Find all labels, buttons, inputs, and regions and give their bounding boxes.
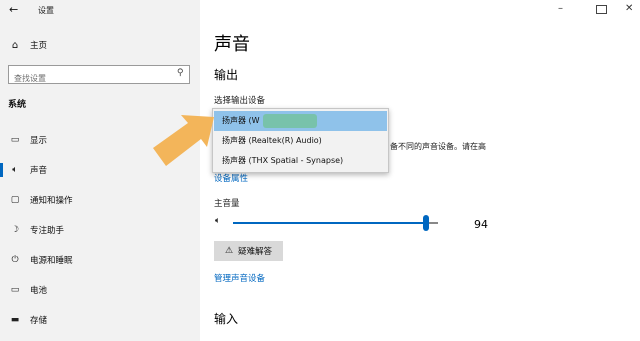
output-device-dropdown[interactable]: 扬声器 (W 扬声器 (Realtek(R) Audio) 扬声器 (THX S… xyxy=(212,108,389,173)
partial-description-text: 备不同的声音设备。请在高 xyxy=(390,142,486,151)
sidebar-item-label: 电池 xyxy=(30,286,48,296)
arrow-left-icon[interactable]: ← xyxy=(9,3,18,16)
sidebar-item-storage[interactable]: ▬ 存储 xyxy=(0,311,200,329)
sidebar-item-label: 声音 xyxy=(30,166,48,176)
sidebar-item-label: 主页 xyxy=(30,41,48,51)
search-box[interactable]: ⚲ xyxy=(8,65,190,87)
main-content: – ✕ 声音 输出 选择输出设备 备不同的声音设备。请在高 设备属性 主音量 🔈… xyxy=(200,0,640,341)
output-option[interactable]: 扬声器 (Realtek(R) Audio) xyxy=(214,131,387,151)
notification-icon: ▢ xyxy=(10,195,20,205)
sidebar-item-notifications[interactable]: ▢ 通知和操作 xyxy=(0,191,200,209)
input-heading: 输入 xyxy=(214,312,239,326)
manage-sound-devices-link[interactable]: 管理声音设备 xyxy=(214,272,265,284)
master-volume-label: 主音量 xyxy=(214,199,240,209)
storage-icon: ▬ xyxy=(10,315,20,325)
search-input[interactable] xyxy=(9,70,169,87)
moon-icon: ☽ xyxy=(10,225,20,235)
sidebar-item-home[interactable]: ⌂ 主页 xyxy=(8,38,47,52)
annotation-arrow-icon xyxy=(153,115,214,166)
page-title: 声音 xyxy=(214,34,250,55)
sidebar-item-focus-assist[interactable]: ☽ 专注助手 xyxy=(0,221,200,239)
battery-icon: ▭ xyxy=(10,285,20,295)
troubleshoot-button-label: 疑难解答 xyxy=(238,247,273,257)
sidebar-item-battery[interactable]: ▭ 电池 xyxy=(0,281,200,299)
window-title: 设置 xyxy=(38,6,54,15)
close-button[interactable]: ✕ xyxy=(625,3,633,14)
home-icon: ⌂ xyxy=(11,39,19,51)
output-option-label: 扬声器 (THX Spatial - Synapse) xyxy=(222,156,344,165)
display-icon: ▭ xyxy=(10,135,20,145)
select-output-label: 选择输出设备 xyxy=(214,96,266,106)
speaker-icon: 🔈︎ xyxy=(12,165,18,175)
power-icon: ⏻ xyxy=(11,255,19,265)
volume-slider[interactable] xyxy=(233,215,438,231)
search-icon[interactable]: ⚲ xyxy=(177,68,184,78)
output-heading: 输出 xyxy=(214,68,239,82)
volume-slider-thumb[interactable] xyxy=(422,215,429,231)
output-option[interactable]: 扬声器 (THX Spatial - Synapse) xyxy=(214,151,387,171)
sidebar-item-label: 专注助手 xyxy=(30,226,65,236)
output-option-label: 扬声器 (Realtek(R) Audio) xyxy=(222,136,322,145)
device-properties-link[interactable]: 设备属性 xyxy=(214,172,248,184)
volume-slider-fill xyxy=(233,222,426,224)
redaction-blur xyxy=(263,114,317,128)
sidebar-item-label: 显示 xyxy=(30,136,48,146)
sidebar-item-label: 电源和睡眠 xyxy=(30,256,73,266)
section-header-system: 系统 xyxy=(8,100,27,110)
sidebar-item-label: 通知和操作 xyxy=(30,196,73,206)
output-option-label: 扬声器 (W xyxy=(222,116,260,125)
troubleshoot-button[interactable]: ⚠ 疑难解答 xyxy=(214,241,283,261)
volume-value: 94 xyxy=(474,218,488,231)
output-option[interactable]: 扬声器 (W xyxy=(214,111,387,131)
warning-icon: ⚠ xyxy=(224,246,234,256)
sidebar-item-power-sleep[interactable]: ⏻ 电源和睡眠 xyxy=(0,251,200,269)
volume-speaker-icon[interactable]: 🔈︎ xyxy=(215,216,220,226)
sidebar-item-label: 存储 xyxy=(30,316,48,326)
maximize-button[interactable] xyxy=(596,5,607,14)
minimize-button[interactable]: – xyxy=(558,3,563,14)
